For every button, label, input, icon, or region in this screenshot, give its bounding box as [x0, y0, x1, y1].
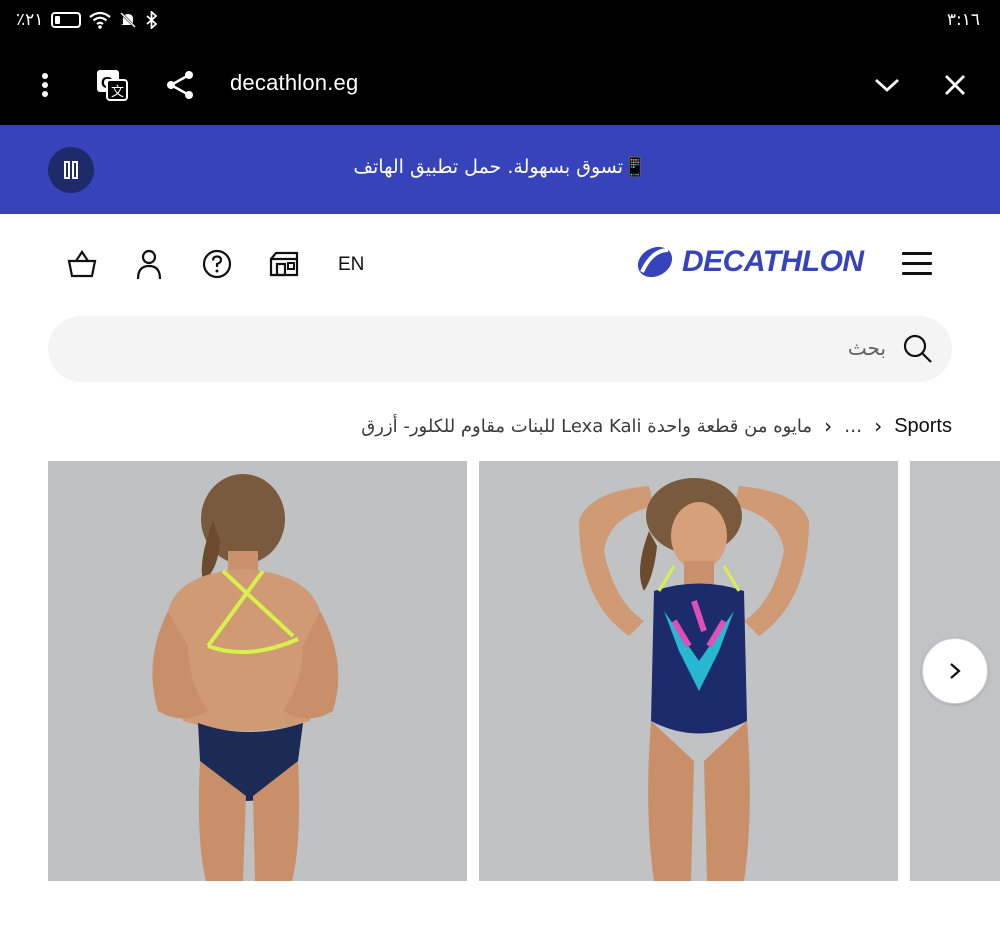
breadcrumb-item-ellipsis[interactable]: ... [844, 415, 862, 437]
breadcrumb-item-sports[interactable]: Sports [894, 415, 952, 438]
clock: ٣:١٦ [946, 10, 980, 30]
gallery-next-button[interactable] [922, 638, 988, 704]
help-icon[interactable] [199, 246, 235, 282]
close-icon[interactable] [937, 67, 973, 103]
svg-text:文: 文 [111, 85, 124, 100]
product-gallery [48, 461, 1000, 881]
user-icon[interactable] [131, 246, 167, 282]
search-bar[interactable]: بحث [48, 316, 952, 382]
status-bar: ٪٢١ ٣:١٦ [0, 0, 1000, 45]
wifi-icon [89, 11, 112, 29]
url-text[interactable]: decathlon.eg [230, 70, 358, 96]
promo-banner: 📱تسوق بسهولة. حمل تطبيق الهاتف [0, 125, 1000, 214]
swimsuit-back-view-photo[interactable] [48, 461, 467, 881]
basket-icon[interactable] [64, 246, 100, 282]
battery-percent: ٪٢١ [16, 10, 44, 30]
search-input[interactable]: بحث [848, 336, 886, 360]
swimsuit-front-view-photo[interactable] [479, 461, 898, 881]
chevron-left-icon: ‹ [824, 414, 833, 438]
translate-icon[interactable]: G文 [94, 67, 130, 103]
battery-icon [51, 12, 82, 28]
chevron-left-icon: ‹ [874, 414, 883, 438]
decathlon-logo[interactable]: DECATHLON [634, 244, 864, 280]
language-switch[interactable]: EN [338, 254, 364, 276]
share-icon[interactable] [162, 67, 198, 103]
mute-bell-icon [120, 12, 137, 28]
breadcrumb-item-product: مايوه من قطعة واحدة Lexa Kali للبنات مقا… [361, 415, 813, 437]
breadcrumb: Sports ‹ ... ‹ مايوه من قطعة واحدة Lexa … [361, 414, 952, 438]
browser-toolbar: G文 decathlon.eg [0, 45, 1000, 125]
search-icon [902, 333, 934, 369]
promo-text[interactable]: 📱تسوق بسهولة. حمل تطبيق الهاتف [0, 155, 1000, 178]
decathlon-logo-icon [637, 246, 673, 278]
chevron-down-icon[interactable] [869, 67, 905, 103]
status-left: ٪٢١ [16, 10, 159, 30]
bluetooth-icon [146, 11, 158, 29]
more-vert-icon[interactable] [27, 67, 63, 103]
site-header: EN DECATHLON [0, 214, 1000, 314]
chevron-right-icon [950, 663, 961, 679]
hamburger-menu-icon[interactable] [902, 252, 932, 282]
store-icon[interactable] [266, 246, 302, 282]
logo-text: DECATHLON [682, 245, 864, 278]
